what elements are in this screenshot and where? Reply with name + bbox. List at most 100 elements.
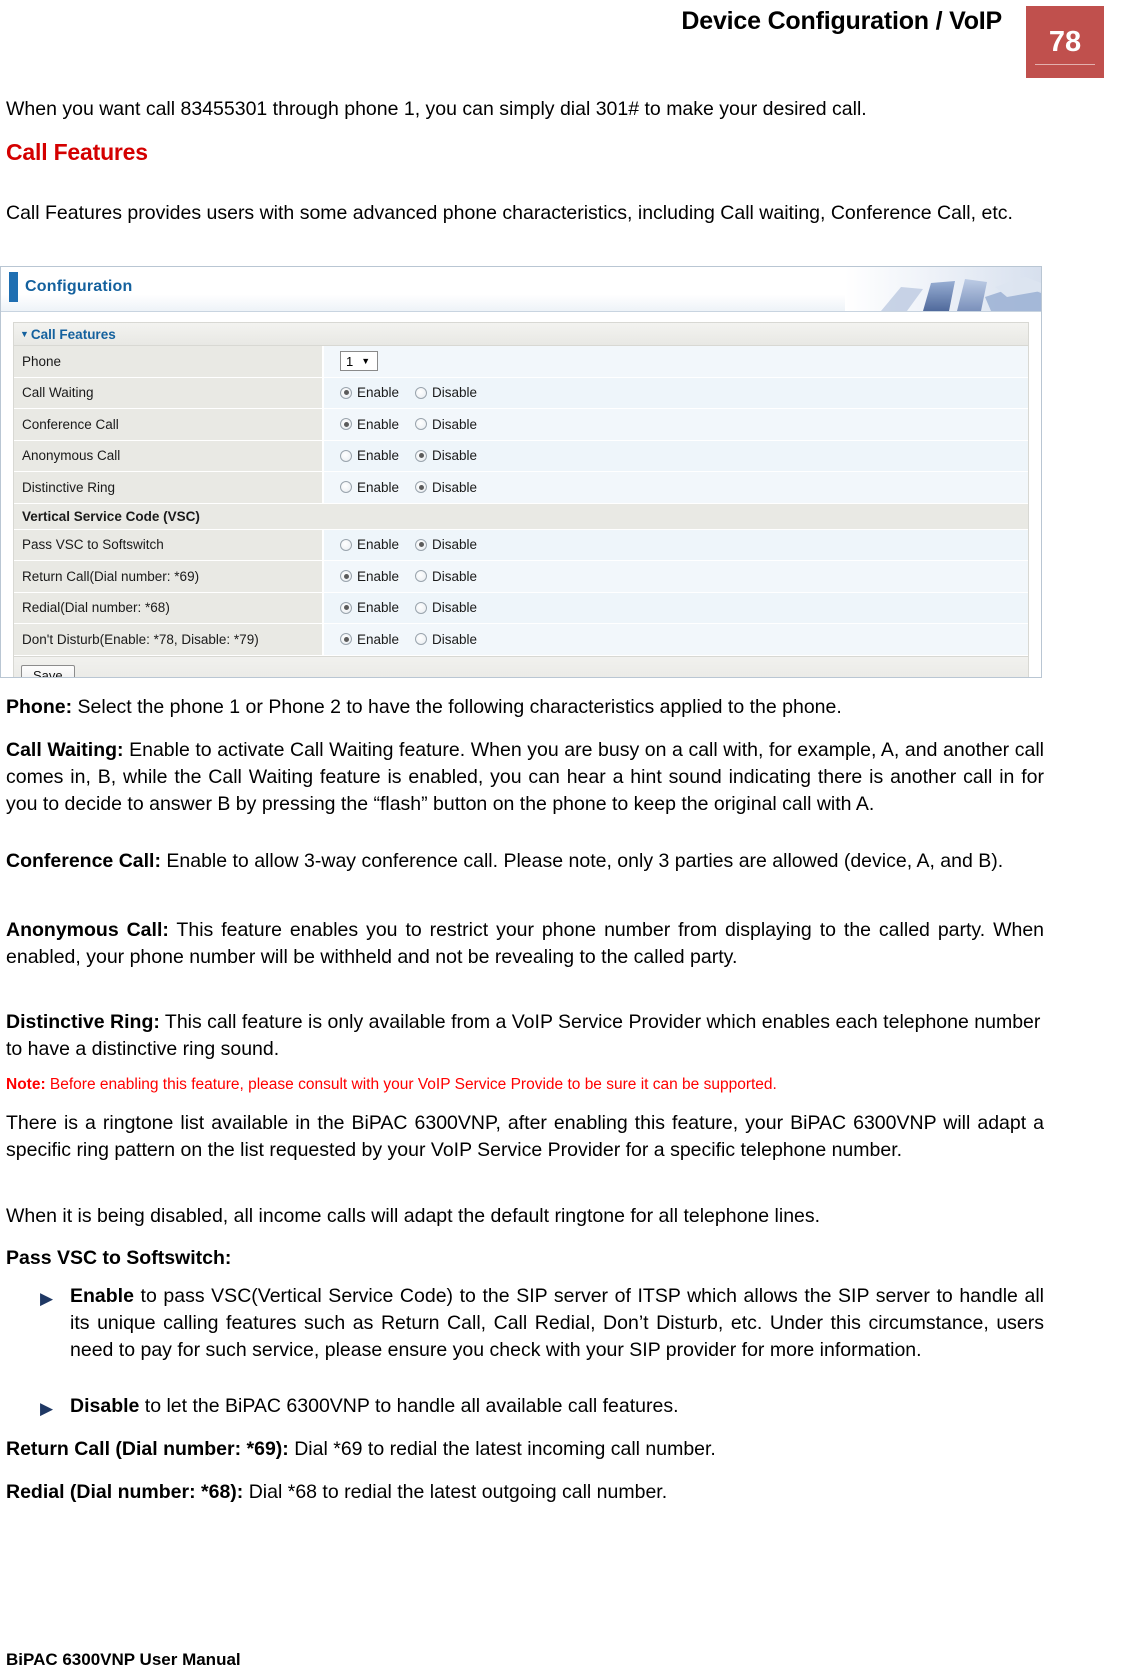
vsc-subheading: Vertical Service Code (VSC) xyxy=(14,503,1028,530)
row-value-phone: 1 ▼ xyxy=(324,346,1028,377)
radio-conference-call-enable[interactable]: Enable xyxy=(340,417,399,432)
decorative-banner-image xyxy=(845,267,1041,311)
radio-dot-icon[interactable] xyxy=(340,418,352,431)
row-value-pass-vsc: Enable Disable xyxy=(324,529,1028,560)
phone-select[interactable]: 1 ▼ xyxy=(340,351,378,372)
call-features-section-header[interactable]: ▼ Call Features xyxy=(13,322,1029,345)
radio-label: Enable xyxy=(357,600,400,616)
radio-return-call-disable[interactable]: Disable xyxy=(415,569,477,584)
radio-pass-vsc-disable[interactable]: Disable xyxy=(415,537,477,552)
radio-label: Enable xyxy=(357,416,400,432)
config-title: Configuration xyxy=(25,278,133,295)
bullet-disable-term: Disable xyxy=(70,1395,140,1417)
page-title: Device Configuration / VoIP xyxy=(681,7,1002,35)
term-anonymous-call: Anonymous Call: xyxy=(6,919,169,941)
radio-dot-icon[interactable] xyxy=(415,633,428,646)
radio-pass-vsc-enable[interactable]: Enable xyxy=(340,537,399,552)
call-features-table: Phone 1 ▼ Call Waiting Enable Disable Co… xyxy=(13,345,1029,657)
radio-dot-icon[interactable] xyxy=(340,570,352,583)
row-label-distinctive-ring: Distinctive Ring xyxy=(14,472,324,503)
table-row-phone: Phone 1 ▼ xyxy=(14,346,1028,378)
phone-select-value: 1 xyxy=(346,353,354,369)
radio-conference-call-disable[interactable]: Disable xyxy=(415,417,477,432)
radio-dot-icon[interactable] xyxy=(340,449,352,462)
row-value-redial: Enable Disable xyxy=(324,592,1028,623)
radio-dot-icon[interactable] xyxy=(415,418,428,431)
text-distinctive-ring: This call feature is only available from… xyxy=(6,1011,1041,1060)
radio-dot-icon[interactable] xyxy=(340,538,352,551)
radio-group-pass-vsc: Enable Disable xyxy=(340,537,477,552)
config-accent-bar xyxy=(9,272,18,302)
bullet-enable-text: to pass VSC(Vertical Service Code) to th… xyxy=(70,1285,1044,1361)
term-call-waiting: Call Waiting: xyxy=(6,739,124,761)
radio-label: Disable xyxy=(432,537,478,553)
description-distinctive-ring: Distinctive Ring: This call feature is o… xyxy=(6,1009,1044,1063)
radio-group-conference-call: Enable Disable xyxy=(340,417,477,432)
bullet-enable: ▶ Enable to pass VSC(Vertical Service Co… xyxy=(40,1283,1044,1364)
save-button[interactable]: Save xyxy=(21,664,75,677)
radio-label: Disable xyxy=(432,479,478,495)
row-value-return-call: Enable Disable xyxy=(324,561,1028,592)
radio-dot-icon[interactable] xyxy=(415,538,428,551)
bullet-enable-body: Enable to pass VSC(Vertical Service Code… xyxy=(70,1283,1044,1364)
table-row-dont-disturb: Don't Disturb(Enable: *78, Disable: *79)… xyxy=(14,624,1028,656)
row-label-conference-call: Conference Call xyxy=(14,409,324,440)
table-row-pass-vsc: Pass VSC to Softswitch Enable Disable xyxy=(14,529,1028,561)
radio-redial-disable[interactable]: Disable xyxy=(415,600,477,615)
row-label-phone: Phone xyxy=(14,346,324,377)
radio-dot-icon[interactable] xyxy=(340,386,352,399)
intro-paragraph: When you want call 83455301 through phon… xyxy=(6,98,867,120)
radio-dot-icon[interactable] xyxy=(415,386,428,399)
radio-anonymous-call-disable[interactable]: Disable xyxy=(415,448,477,463)
radio-group-call-waiting: Enable Disable xyxy=(340,385,477,400)
term-conference-call: Conference Call: xyxy=(6,850,161,872)
radio-group-distinctive-ring: Enable Disable xyxy=(340,480,477,495)
radio-label: Disable xyxy=(432,416,478,432)
term-redial: Redial (Dial number: *68): xyxy=(6,1481,244,1503)
radio-return-call-enable[interactable]: Enable xyxy=(340,569,399,584)
config-footer: Save xyxy=(13,656,1029,677)
radio-label: Enable xyxy=(357,631,400,647)
radio-label: Enable xyxy=(357,537,400,553)
table-row-distinctive-ring: Distinctive Ring Enable Disable xyxy=(14,472,1028,504)
description-call-waiting: Call Waiting: Enable to activate Call Wa… xyxy=(6,737,1044,818)
radio-group-redial: Enable Disable xyxy=(340,600,477,615)
row-label-call-waiting: Call Waiting xyxy=(14,377,324,408)
note-term: Note: xyxy=(6,1076,46,1093)
term-pass-vsc: Pass VSC to Softswitch: xyxy=(6,1247,232,1269)
radio-dot-icon[interactable] xyxy=(340,481,352,494)
radio-call-waiting-enable[interactable]: Enable xyxy=(340,385,399,400)
table-row-return-call: Return Call(Dial number: *69) Enable Dis… xyxy=(14,561,1028,593)
radio-group-dont-disturb: Enable Disable xyxy=(340,632,477,647)
collapse-triangle-icon[interactable]: ▼ xyxy=(20,329,29,339)
radio-dont-disturb-disable[interactable]: Disable xyxy=(415,632,477,647)
radio-dot-icon[interactable] xyxy=(340,633,352,646)
radio-label: Disable xyxy=(432,448,478,464)
page-number-badge: 78 xyxy=(1026,6,1104,78)
radio-distinctive-ring-enable[interactable]: Enable xyxy=(340,480,399,495)
description-pass-vsc: Pass VSC to Softswitch: xyxy=(6,1245,1044,1272)
radio-redial-enable[interactable]: Enable xyxy=(340,600,399,615)
bullet-disable-body: Disable to let the BiPAC 6300VNP to hand… xyxy=(70,1393,1044,1420)
radio-anonymous-call-enable[interactable]: Enable xyxy=(340,448,399,463)
radio-dot-icon[interactable] xyxy=(340,601,352,614)
page-header: Device Configuration / VoIP 78 xyxy=(0,0,1126,86)
footer-text: BiPAC 6300VNP User Manual xyxy=(6,1650,241,1669)
radio-dont-disturb-enable[interactable]: Enable xyxy=(340,632,399,647)
row-label-return-call: Return Call(Dial number: *69) xyxy=(14,561,324,592)
description-phone: Phone: Select the phone 1 or Phone 2 to … xyxy=(6,694,1044,721)
radio-dot-icon[interactable] xyxy=(415,570,428,583)
radio-call-waiting-disable[interactable]: Disable xyxy=(415,385,477,400)
radio-dot-icon[interactable] xyxy=(415,601,428,614)
bullet-disable: ▶ Disable to let the BiPAC 6300VNP to ha… xyxy=(40,1393,1044,1420)
radio-distinctive-ring-disable[interactable]: Disable xyxy=(415,480,477,495)
radio-dot-icon[interactable] xyxy=(415,481,428,494)
row-value-conference-call: Enable Disable xyxy=(324,409,1028,440)
bullet-enable-term: Enable xyxy=(70,1285,134,1307)
term-distinctive-ring: Distinctive Ring: xyxy=(6,1011,160,1033)
chevron-down-icon: ▼ xyxy=(361,355,371,366)
paragraph-ringtone-list: There is a ringtone list available in th… xyxy=(6,1112,1044,1161)
description-return-call: Return Call (Dial number: *69): Dial *69… xyxy=(6,1436,1044,1463)
row-value-distinctive-ring: Enable Disable xyxy=(324,472,1028,503)
radio-dot-icon[interactable] xyxy=(415,449,428,462)
